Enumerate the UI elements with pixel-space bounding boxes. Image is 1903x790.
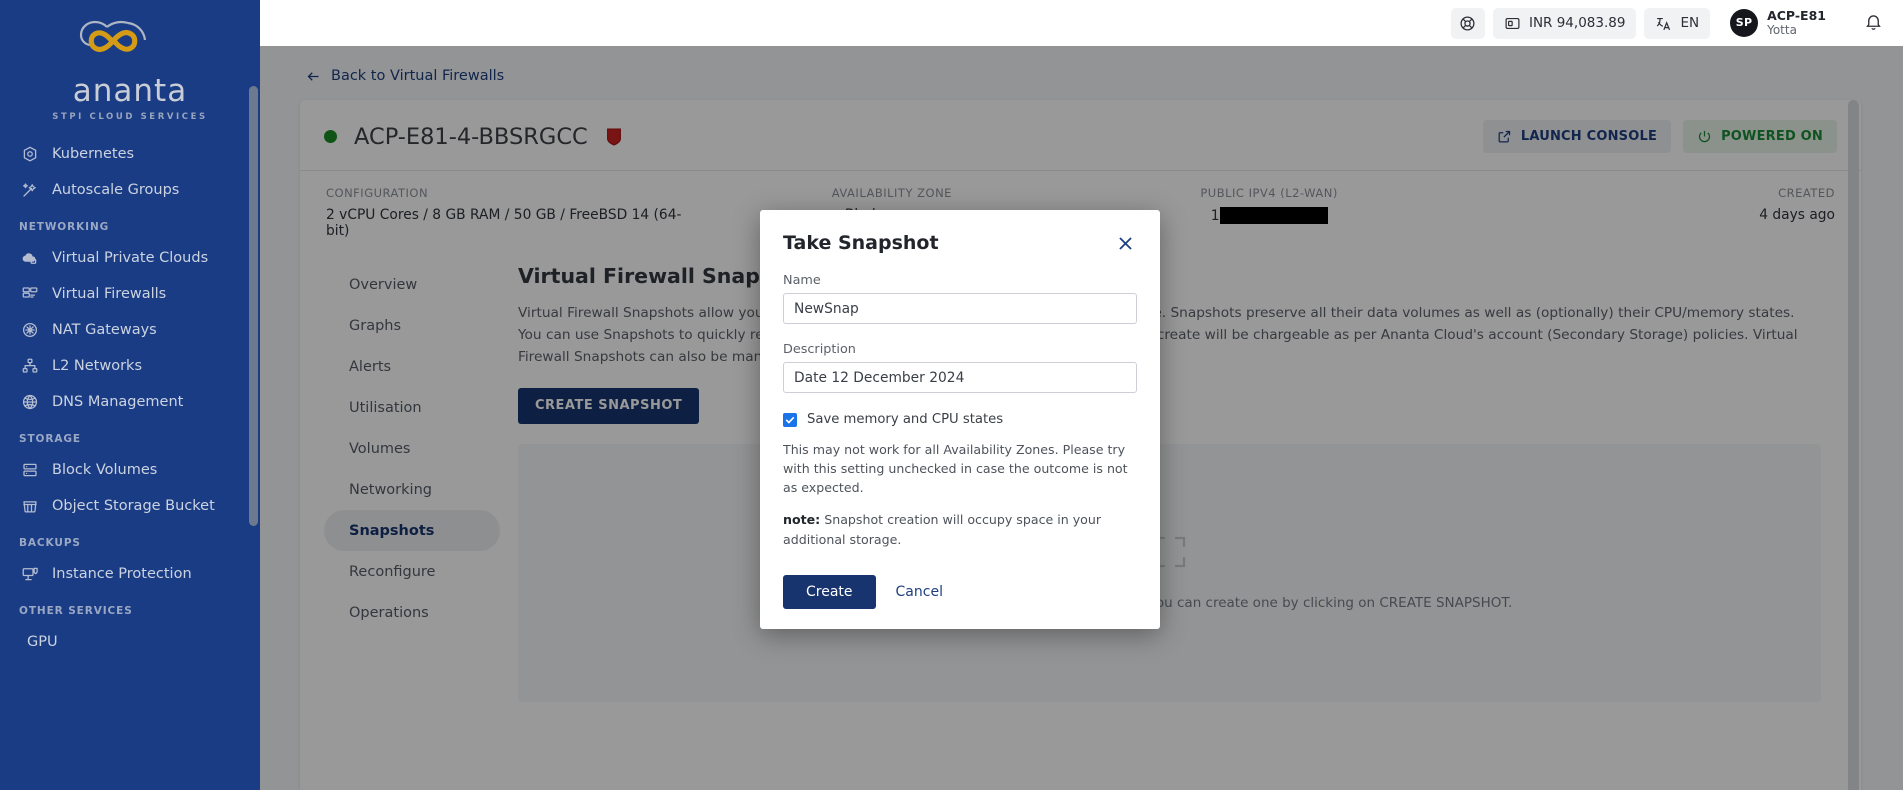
save-state-checkbox-label: Save memory and CPU states xyxy=(807,412,1004,427)
sidebar-item-label: Instance Protection xyxy=(52,566,192,582)
sidebar-nav: Kubernetes Autoscale Groups NETWORKING Virt… xyxy=(0,136,260,660)
kubernetes-icon xyxy=(20,145,39,164)
sidebar-item-block-volumes[interactable]: Block Volumes xyxy=(0,452,260,488)
sidebar-item-label: L2 Networks xyxy=(52,358,143,374)
sidebar-item-label: NAT Gateways xyxy=(52,322,157,338)
description-field-label: Description xyxy=(783,342,856,357)
sidebar-section-backups: BACKUPS xyxy=(19,537,81,549)
dialog-note-2-text: Snapshot creation will occupy space in y… xyxy=(783,512,1102,547)
globe-icon xyxy=(20,393,39,412)
sidebar-item-virtual-firewalls[interactable]: Virtual Firewalls xyxy=(0,276,260,312)
dialog-header: Take Snapshot xyxy=(783,232,1137,255)
monitor-shield-icon xyxy=(20,565,39,584)
sidebar-item-label: DNS Management xyxy=(52,394,184,410)
avatar: SP xyxy=(1730,8,1759,37)
user-org: Yotta xyxy=(1767,22,1797,37)
description-input[interactable] xyxy=(783,362,1137,393)
sidebar-item-kubernetes[interactable]: Kubernetes xyxy=(0,136,260,172)
close-button[interactable] xyxy=(1114,232,1137,255)
dialog-actions: Create Cancel xyxy=(783,574,1137,609)
sidebar-section-other-services: OTHER SERVICES xyxy=(19,605,133,617)
lifebuoy-icon xyxy=(1460,15,1475,31)
sidebar-item-instance-protection[interactable]: Instance Protection xyxy=(0,556,260,592)
magic-wand-icon xyxy=(20,181,39,200)
sidebar-section-networking: NETWORKING xyxy=(19,221,110,233)
check-icon xyxy=(785,416,795,424)
firewall-icon xyxy=(20,285,39,304)
sidebar-item-l2-networks[interactable]: L2 Networks xyxy=(0,348,260,384)
sidebar-item-object-storage-bucket[interactable]: Object Storage Bucket xyxy=(0,488,260,524)
dialog-note-2: note: Snapshot creation will occupy spac… xyxy=(783,510,1137,548)
name-input[interactable] xyxy=(783,293,1137,324)
brand-logo[interactable]: ananta STPI CLOUD SERVICES xyxy=(0,0,260,136)
sidebar-item-label: Virtual Private Clouds xyxy=(52,250,209,266)
wallet-balance-label: INR 94,083.89 xyxy=(1528,15,1626,31)
save-state-checkbox[interactable] xyxy=(783,412,797,427)
notifications-button[interactable] xyxy=(1864,12,1883,35)
sidebar-section-storage: STORAGE xyxy=(19,433,81,445)
sidebar-item-nat-gateways[interactable]: NAT Gateways xyxy=(0,312,260,348)
bell-icon xyxy=(1866,14,1881,30)
sidebar-item-dns-management[interactable]: DNS Management xyxy=(0,384,260,420)
name-field-label: Name xyxy=(783,273,821,288)
server-icon xyxy=(20,461,39,480)
wallet-icon xyxy=(1505,17,1520,29)
wallet-balance-button[interactable]: INR 94,083.89 xyxy=(1492,7,1637,39)
sidebar-item-autoscale-groups[interactable]: Autoscale Groups xyxy=(0,172,260,208)
sidebar-item-label: Kubernetes xyxy=(52,146,135,162)
dialog-note-1: This may not work for all Availability Z… xyxy=(783,442,1128,496)
sidebar-item-label: Object Storage Bucket xyxy=(52,498,215,514)
take-snapshot-dialog: Take Snapshot Name Description Save memo… xyxy=(760,210,1160,629)
dialog-title: Take Snapshot xyxy=(783,232,939,254)
sidebar-item-label: GPU xyxy=(27,634,58,650)
sidebar-item-label: Autoscale Groups xyxy=(52,182,180,198)
ananta-logo-icon xyxy=(79,20,147,53)
topbar: INR 94,083.89 EN SP ACP-E81 Yotta xyxy=(260,0,1903,46)
close-icon xyxy=(1119,237,1132,250)
brand-name: ananta xyxy=(72,73,188,109)
cancel-button[interactable]: Cancel xyxy=(896,584,943,600)
dialog-note-2-prefix: note: xyxy=(783,512,821,528)
sidebar-item-virtual-private-clouds[interactable]: Virtual Private Clouds xyxy=(0,240,260,276)
sidebar-item-label: Block Volumes xyxy=(52,462,158,478)
sidebar: ananta STPI CLOUD SERVICES Kubernetes Aut… xyxy=(0,0,260,790)
sidebar-item-label: Virtual Firewalls xyxy=(52,286,167,302)
save-state-checkbox-row[interactable]: Save memory and CPU states xyxy=(783,412,1137,427)
cloud-lock-icon xyxy=(20,249,39,268)
translate-icon xyxy=(1657,17,1671,30)
brand-tagline: STPI CLOUD SERVICES xyxy=(52,112,208,122)
user-name: ACP-E81 xyxy=(1767,7,1826,23)
nat-gateway-icon xyxy=(20,321,39,340)
bucket-icon xyxy=(20,497,39,516)
support-button[interactable] xyxy=(1450,7,1485,39)
language-label: EN xyxy=(1680,15,1700,31)
sidebar-item-gpu[interactable]: GPU xyxy=(0,624,260,660)
sidebar-scrollbar[interactable] xyxy=(249,86,258,526)
network-tree-icon xyxy=(20,357,39,376)
create-button[interactable]: Create xyxy=(783,574,876,609)
language-button[interactable]: EN xyxy=(1644,7,1711,39)
user-menu[interactable]: SP ACP-E81 Yotta xyxy=(1730,7,1826,38)
